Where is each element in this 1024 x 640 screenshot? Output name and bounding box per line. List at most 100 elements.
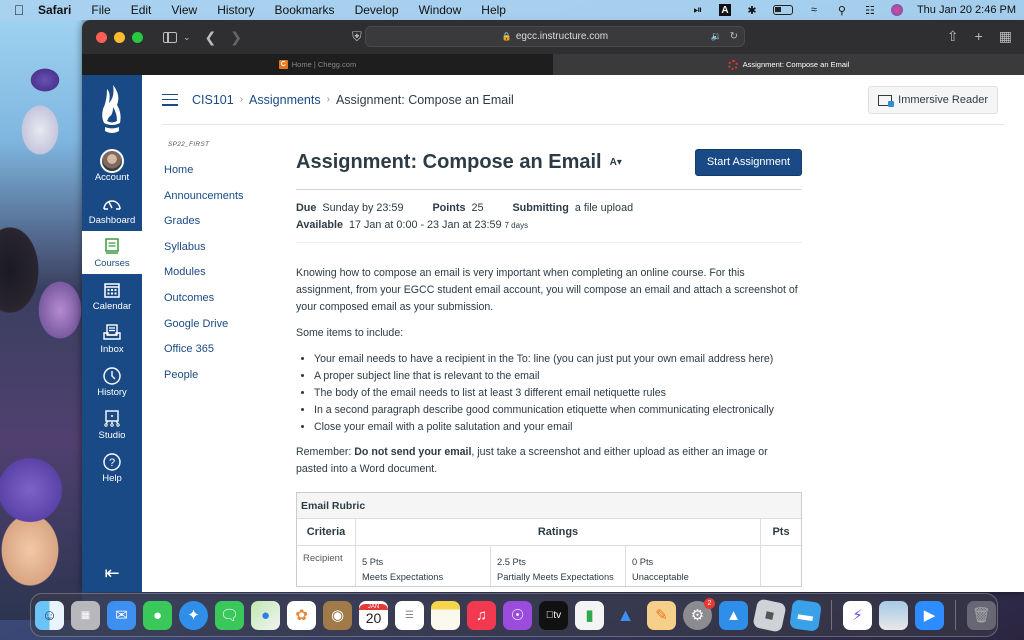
- forward-button-icon[interactable]: ❯: [230, 29, 242, 46]
- menu-clock[interactable]: Thu Jan 20 2:46 PM: [917, 4, 1016, 16]
- assignment-details: Due Sunday by 23:59 Points 25 Submitting a …: [296, 200, 802, 234]
- institution-logo[interactable]: [82, 75, 142, 145]
- global-navigation: Account Dashboard Courses Calendar Inbox…: [82, 75, 142, 592]
- menu-develop[interactable]: Develop: [355, 3, 399, 17]
- collapse-nav-icon[interactable]: ⇤: [82, 563, 142, 584]
- siri-icon[interactable]: [890, 4, 903, 16]
- nav-dashboard[interactable]: Dashboard: [82, 188, 142, 231]
- notes-icon[interactable]: [431, 600, 460, 630]
- sidebar-toggle-icon[interactable]: [163, 31, 177, 43]
- tab-assignment[interactable]: Assignment: Compose an Email: [553, 54, 1024, 75]
- menu-edit[interactable]: Edit: [131, 3, 152, 17]
- fullscreen-window-button[interactable]: [132, 31, 143, 43]
- privacy-shield-icon[interactable]: ⛨: [352, 29, 362, 45]
- spotlight-search-icon[interactable]: ⚲: [835, 4, 849, 17]
- lock-icon: 🔒: [501, 32, 512, 41]
- course-nav-announcements[interactable]: Announcements: [164, 188, 284, 214]
- messages-icon[interactable]: 🗨: [215, 600, 244, 630]
- mail-icon[interactable]: ✉: [107, 600, 136, 630]
- numbers-icon[interactable]: ▮: [575, 600, 604, 630]
- course-nav-syllabus[interactable]: Syllabus: [164, 239, 284, 265]
- bluetooth-icon[interactable]: ✱: [745, 4, 759, 17]
- submitting-label: Submitting: [512, 202, 569, 214]
- facetime-icon[interactable]: ●: [143, 600, 172, 630]
- nav-studio[interactable]: Studio: [82, 403, 142, 446]
- start-assignment-button[interactable]: Start Assignment: [694, 148, 802, 176]
- points-label: Points: [432, 202, 466, 214]
- course-nav-grades[interactable]: Grades: [164, 213, 284, 239]
- launchpad-icon[interactable]: ▦: [71, 600, 100, 630]
- keynote-icon[interactable]: ▲: [611, 601, 640, 630]
- maps-icon[interactable]: ●: [251, 600, 280, 630]
- intro-paragraph: Knowing how to compose an email is very …: [296, 267, 798, 313]
- nav-calendar[interactable]: Calendar: [82, 274, 142, 317]
- calendar-icon: [104, 282, 120, 298]
- menu-view[interactable]: View: [171, 3, 197, 17]
- new-tab-icon[interactable]: +: [975, 28, 983, 45]
- rating-label: Meets Expectations: [362, 572, 444, 582]
- tv-icon[interactable]: tv: [539, 600, 568, 630]
- inbox-icon: [103, 324, 121, 340]
- safari-icon[interactable]: ✦: [179, 600, 208, 630]
- preview-icon[interactable]: [879, 600, 908, 630]
- minimize-window-button[interactable]: [114, 31, 125, 43]
- contacts-icon[interactable]: ◉: [323, 600, 352, 630]
- chevron-down-icon[interactable]: ⌄: [183, 32, 191, 43]
- reload-icon[interactable]: ↻: [730, 31, 738, 42]
- finder-icon[interactable]: ☺: [35, 600, 64, 630]
- nav-inbox[interactable]: Inbox: [82, 317, 142, 360]
- zoom-icon[interactable]: ▶: [915, 600, 944, 630]
- roblox-studio-icon[interactable]: ▬: [789, 598, 822, 632]
- play-circle-icon[interactable]: ⏯: [691, 4, 705, 16]
- breadcrumb-course[interactable]: CIS101: [192, 93, 234, 107]
- calendar-app-icon[interactable]: JAN 20: [359, 600, 388, 630]
- nav-help[interactable]: ? Help: [82, 446, 142, 489]
- menu-bookmarks[interactable]: Bookmarks: [275, 3, 335, 17]
- course-nav-office-365[interactable]: Office 365: [164, 341, 284, 367]
- available-label: Available: [296, 219, 344, 231]
- trash-icon[interactable]: 🗑: [967, 600, 996, 630]
- course-nav-people[interactable]: People: [164, 367, 284, 393]
- clock-icon: [103, 366, 121, 385]
- rating-points: 2.5 Pts: [497, 557, 526, 567]
- control-center-icon[interactable]: ☷: [863, 4, 877, 17]
- menu-file[interactable]: File: [91, 3, 110, 17]
- wifi-icon[interactable]: ≈: [807, 4, 821, 16]
- breadcrumb-assignments[interactable]: Assignments: [249, 93, 321, 107]
- course-nav-home[interactable]: Home: [164, 162, 284, 188]
- studio-icon: [104, 409, 120, 427]
- battery-icon[interactable]: [772, 5, 793, 15]
- nav-account[interactable]: Account: [82, 145, 142, 188]
- music-icon[interactable]: ♫: [467, 600, 496, 630]
- messenger-icon[interactable]: ⚡: [843, 600, 872, 630]
- menu-app-name[interactable]: Safari: [38, 3, 71, 17]
- course-nav-outcomes[interactable]: Outcomes: [164, 290, 284, 316]
- book-icon: [105, 238, 119, 254]
- reminders-icon[interactable]: ☰: [395, 600, 424, 630]
- input-source-icon[interactable]: A: [718, 4, 731, 16]
- share-icon[interactable]: ⇧: [947, 28, 959, 45]
- nav-history[interactable]: History: [82, 360, 142, 403]
- roblox-icon[interactable]: ■: [752, 597, 787, 633]
- close-window-button[interactable]: [96, 31, 107, 43]
- podcasts-icon[interactable]: ☉: [503, 600, 532, 630]
- menu-help[interactable]: Help: [481, 3, 506, 17]
- back-button-icon[interactable]: ❮: [205, 29, 217, 46]
- app-store-icon[interactable]: ▲: [719, 600, 748, 630]
- course-nav-modules[interactable]: Modules: [164, 264, 284, 290]
- pages-icon[interactable]: ✎: [647, 600, 676, 630]
- hamburger-menu-icon[interactable]: [162, 93, 178, 106]
- menu-history[interactable]: History: [217, 3, 254, 17]
- menu-window[interactable]: Window: [419, 3, 462, 17]
- address-bar[interactable]: 🔒 egcc.instructure.com 🔉 ↻: [365, 26, 745, 47]
- immersive-reader-button[interactable]: Immersive Reader: [868, 86, 998, 114]
- speaker-icon[interactable]: 🔉: [711, 31, 722, 42]
- nav-courses[interactable]: Courses: [82, 231, 142, 274]
- tab-chegg[interactable]: C Home | Chegg.com: [82, 54, 553, 75]
- apple-menu-icon[interactable]: : [8, 2, 30, 18]
- system-preferences-icon[interactable]: ⚙ 2: [683, 597, 715, 630]
- course-nav-google-drive[interactable]: Google Drive: [164, 316, 284, 342]
- tab-overview-icon[interactable]: ▦: [999, 28, 1012, 45]
- dashboard-gauge-icon: [103, 199, 121, 210]
- photos-icon[interactable]: ✿: [287, 600, 316, 630]
